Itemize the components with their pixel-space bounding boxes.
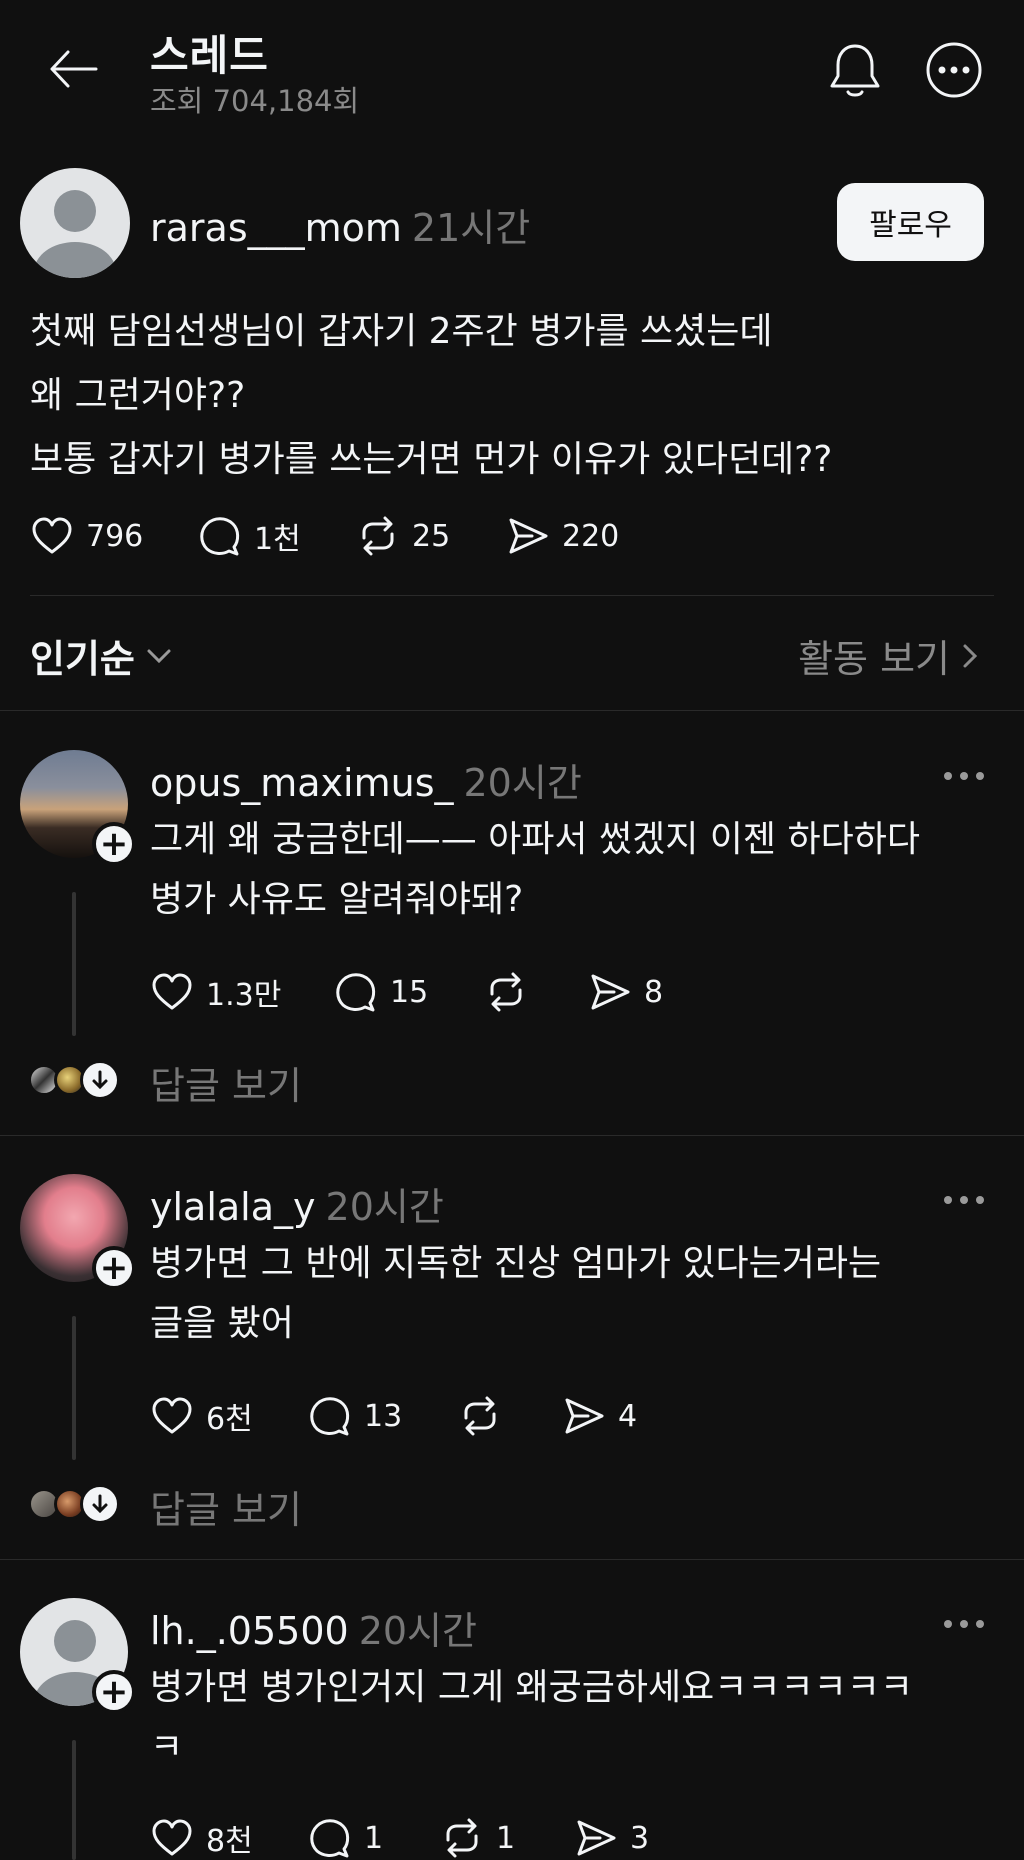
comment-icon bbox=[336, 973, 376, 1012]
send-icon bbox=[591, 974, 630, 1010]
like-button[interactable]: 1.3만 bbox=[150, 970, 281, 1014]
chevron-down-icon bbox=[147, 649, 171, 663]
follow-plus-icon[interactable]: + bbox=[92, 1670, 136, 1714]
back-arrow-icon bbox=[50, 50, 98, 88]
sort-dropdown[interactable]: 인기순 bbox=[30, 628, 173, 683]
repost-count: 1 bbox=[496, 1820, 516, 1856]
arrow-down-icon bbox=[92, 1070, 108, 1090]
comment-count: 1천 bbox=[254, 522, 301, 557]
share-count: 3 bbox=[630, 1820, 650, 1856]
more-dots-icon[interactable] bbox=[944, 1194, 984, 1206]
view-replies-link[interactable]: 답글 보기 bbox=[150, 1055, 302, 1110]
post-text: 첫째 담임선생님이 갑자기 2주간 병가를 쓰셨는데 왜 그런거야?? 보통 갑… bbox=[30, 311, 833, 480]
view-count: 조회 704,184회 bbox=[150, 84, 360, 118]
comment-count: 13 bbox=[364, 1398, 403, 1434]
heart-icon bbox=[152, 1397, 192, 1434]
repost-button[interactable]: 1 bbox=[440, 1816, 515, 1860]
repost-icon bbox=[464, 1396, 496, 1436]
heart-icon bbox=[152, 1819, 192, 1856]
chevron-right-icon bbox=[963, 644, 978, 667]
like-count: 8천 bbox=[206, 1824, 253, 1859]
expand-replies-button[interactable] bbox=[80, 1060, 120, 1100]
thread-line bbox=[72, 1316, 76, 1460]
comment-button[interactable]: 1천 bbox=[198, 514, 301, 558]
view-activity-link[interactable]: 활동 보기 bbox=[798, 628, 978, 683]
share-button[interactable]: 4 bbox=[562, 1394, 637, 1438]
share-count: 220 bbox=[562, 518, 620, 554]
repost-icon bbox=[490, 972, 522, 1012]
follow-plus-icon[interactable]: + bbox=[92, 822, 136, 866]
share-count: 8 bbox=[644, 974, 664, 1010]
comment-time: 20시간 bbox=[463, 761, 582, 805]
more-dots-icon[interactable] bbox=[944, 1618, 984, 1630]
comment-icon bbox=[310, 1819, 350, 1858]
more-dots-icon[interactable] bbox=[944, 770, 984, 782]
comment-text: 그게 왜 궁금한데—— 아파서 썼겠지 이젠 하다하다 병가 사유도 알려줘야돼… bbox=[150, 819, 920, 920]
avatar[interactable] bbox=[20, 168, 130, 278]
send-icon bbox=[509, 518, 548, 554]
back-button[interactable] bbox=[46, 46, 100, 92]
like-button[interactable]: 8천 bbox=[150, 1816, 253, 1860]
comment-count: 15 bbox=[390, 974, 429, 1010]
divider bbox=[0, 1135, 1024, 1136]
share-button[interactable]: 220 bbox=[506, 514, 619, 558]
like-count: 796 bbox=[86, 518, 144, 554]
comment-text: 병가면 병가인거지 그게 왜궁금하세요ㅋㅋㅋㅋㅋㅋ ㅋ bbox=[150, 1667, 913, 1768]
share-button[interactable]: 8 bbox=[588, 970, 663, 1014]
comment-icon bbox=[200, 517, 240, 556]
like-button[interactable]: 6천 bbox=[150, 1394, 253, 1438]
comment-username[interactable]: ylalala_y bbox=[150, 1185, 316, 1229]
repost-icon bbox=[446, 1818, 478, 1858]
thread-line bbox=[72, 1740, 76, 1860]
divider bbox=[30, 595, 994, 596]
comment-author-row: lh._.05500 20시간 bbox=[150, 1600, 477, 1655]
post-username[interactable]: raras___mom bbox=[150, 206, 402, 250]
heart-icon bbox=[32, 517, 72, 554]
view-replies-link[interactable]: 답글 보기 bbox=[150, 1479, 302, 1534]
page-title: 스레드 bbox=[150, 31, 269, 80]
more-circle-icon bbox=[926, 42, 982, 98]
follow-plus-icon[interactable]: + bbox=[92, 1246, 136, 1290]
expand-replies-button[interactable] bbox=[80, 1484, 120, 1524]
comment-button[interactable]: 13 bbox=[308, 1394, 402, 1438]
activity-label: 활동 보기 bbox=[798, 637, 950, 681]
repost-button[interactable] bbox=[458, 1394, 502, 1438]
post-time: 21시간 bbox=[411, 206, 531, 250]
comment-time: 20시간 bbox=[325, 1185, 444, 1229]
heart-icon bbox=[152, 973, 192, 1010]
sort-label: 인기순 bbox=[30, 637, 135, 681]
comment-author-row: opus_maximus_ 20시간 bbox=[150, 752, 582, 807]
thread-line bbox=[72, 892, 76, 1036]
repost-count: 25 bbox=[412, 518, 451, 554]
comment-username[interactable]: opus_maximus_ bbox=[150, 761, 454, 805]
comment-text: 병가면 그 반에 지독한 진상 엄마가 있다는거라는 글을 봤어 bbox=[150, 1243, 882, 1344]
send-icon bbox=[565, 1398, 604, 1434]
follow-button[interactable]: 팔로우 bbox=[837, 183, 984, 261]
comment-icon bbox=[310, 1397, 350, 1436]
divider bbox=[0, 1559, 1024, 1560]
comment-count: 1 bbox=[364, 1820, 384, 1856]
repost-button[interactable] bbox=[484, 970, 528, 1014]
bell-icon bbox=[830, 44, 880, 97]
share-button[interactable]: 3 bbox=[574, 1816, 649, 1860]
notification-button[interactable] bbox=[826, 40, 884, 100]
comment-button[interactable]: 1 bbox=[308, 1816, 383, 1860]
divider bbox=[0, 710, 1024, 711]
repost-button[interactable]: 25 bbox=[356, 514, 450, 558]
send-icon bbox=[577, 1820, 616, 1856]
arrow-down-icon bbox=[92, 1494, 108, 1514]
comment-username[interactable]: lh._.05500 bbox=[150, 1609, 349, 1653]
repost-icon bbox=[362, 516, 394, 556]
share-count: 4 bbox=[618, 1398, 638, 1434]
comment-button[interactable]: 15 bbox=[334, 970, 428, 1014]
like-count: 1.3만 bbox=[206, 978, 282, 1013]
like-count: 6천 bbox=[206, 1402, 253, 1437]
more-options-button[interactable] bbox=[925, 41, 983, 99]
comment-time: 20시간 bbox=[358, 1609, 477, 1653]
post-author-row: raras___mom 21시간 bbox=[150, 197, 530, 252]
comment-author-row: ylalala_y 20시간 bbox=[150, 1176, 444, 1231]
like-button[interactable]: 796 bbox=[30, 514, 143, 558]
